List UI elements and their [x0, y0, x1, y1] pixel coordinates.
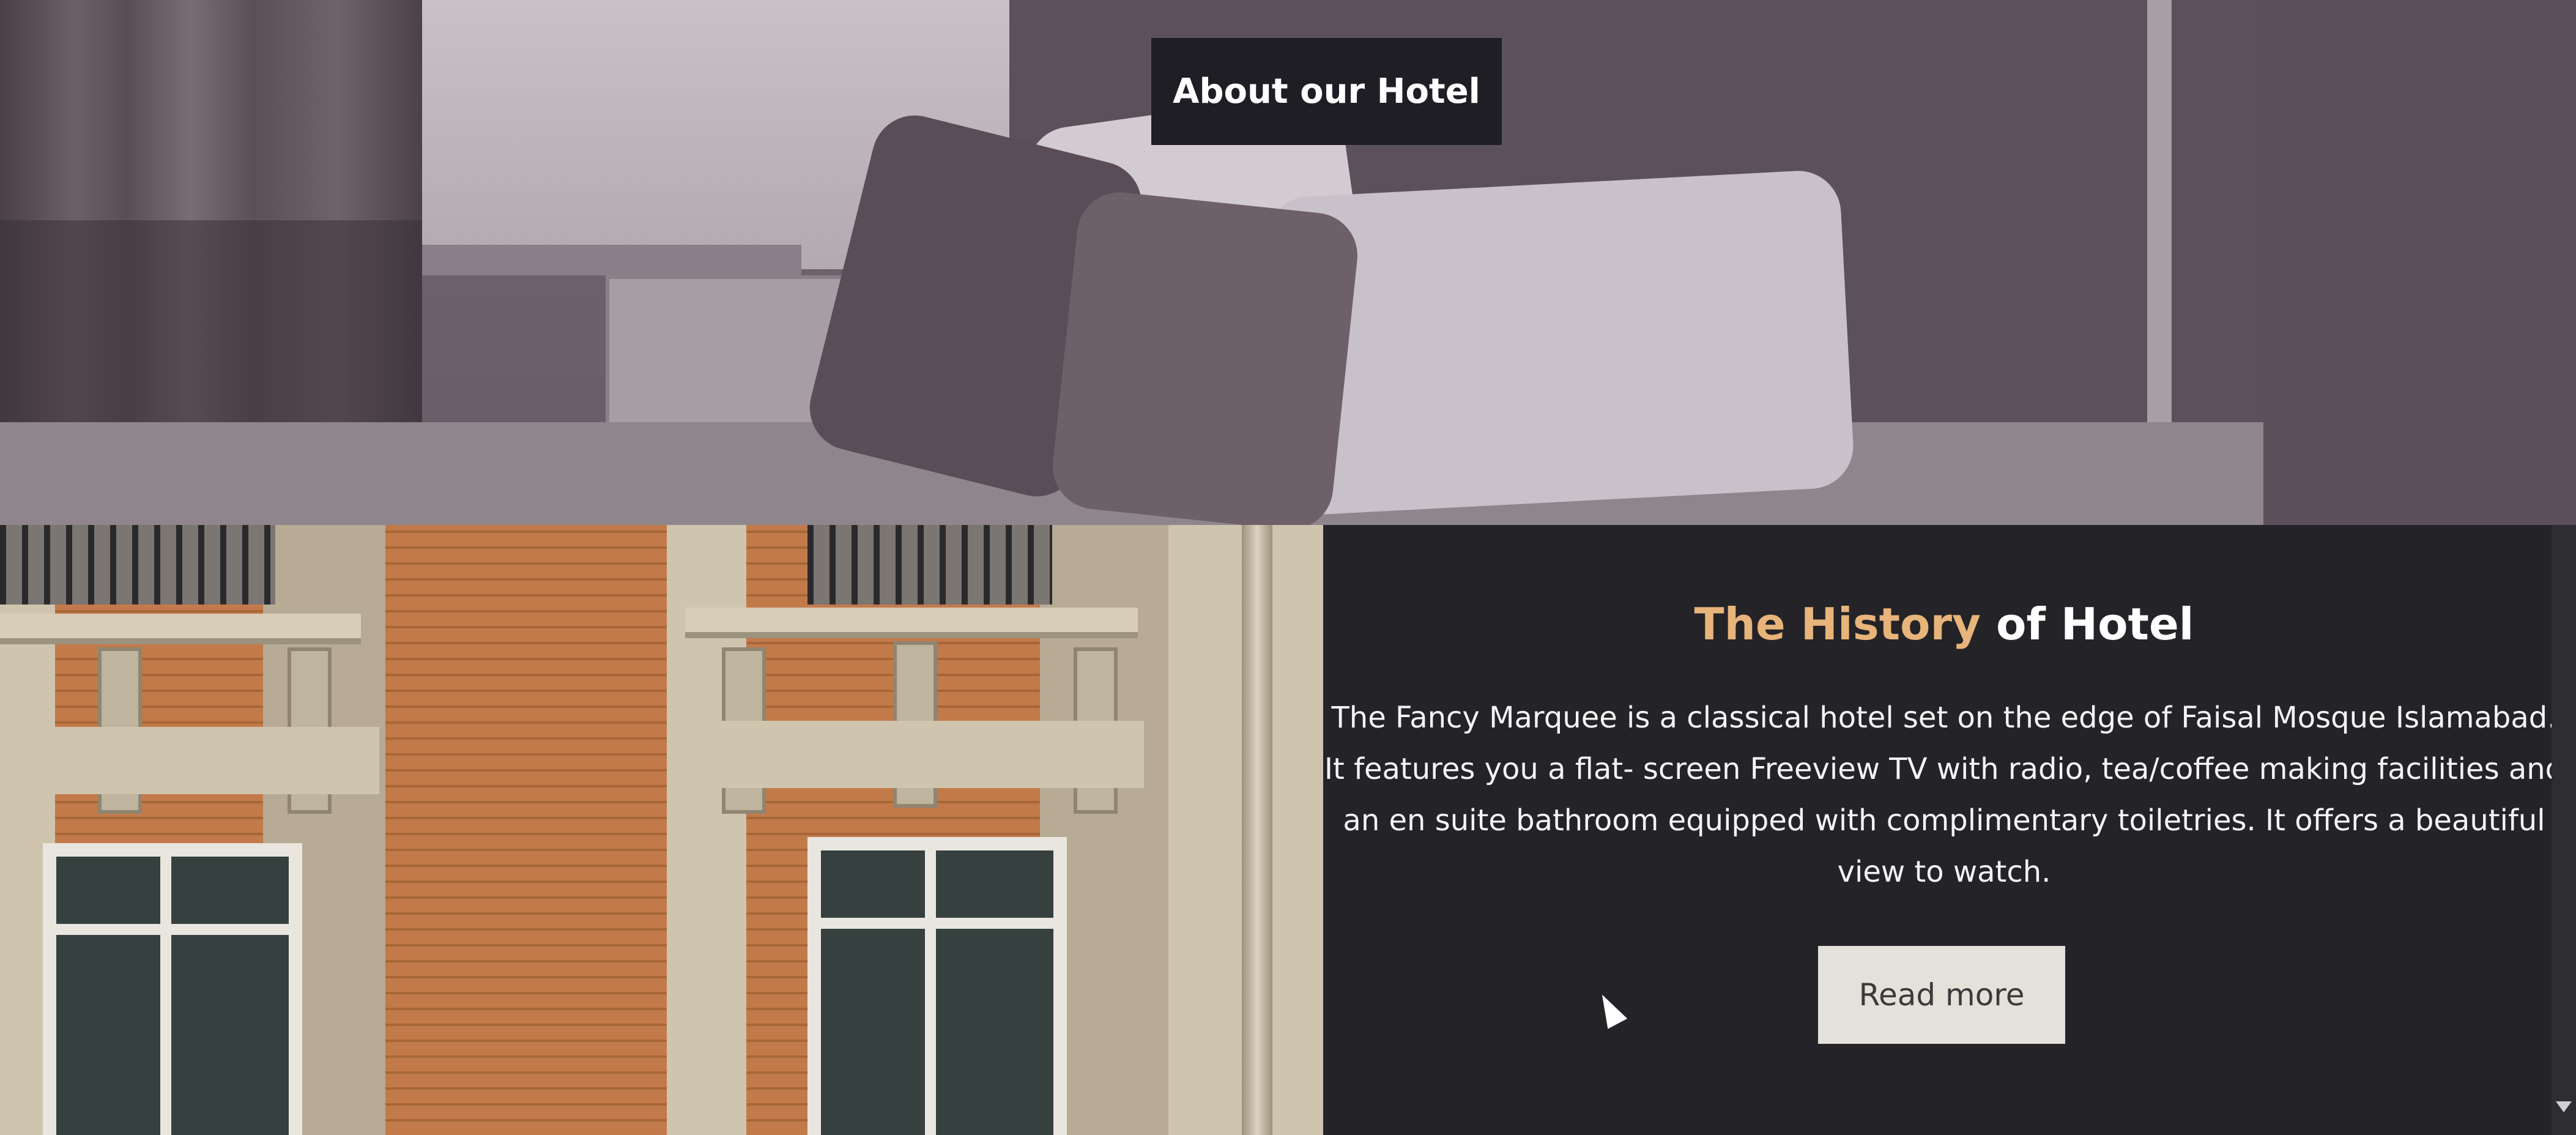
wall-image-region: [2263, 0, 2576, 525]
history-description: The Fancy Marquee is a classical hotel s…: [1324, 701, 2564, 889]
hero-banner: About our Hotel: [0, 0, 2576, 525]
history-section: The History of Hotel The Fancy Marquee i…: [1323, 525, 2576, 1135]
facade-window: [807, 837, 1067, 1135]
window-header-band: [679, 721, 1144, 788]
scroll-down-arrow-icon[interactable]: [2556, 1101, 2572, 1112]
history-title-accent: The History: [1694, 598, 1981, 650]
window-sill: [422, 245, 801, 275]
hotel-facade-image: [0, 525, 1323, 1135]
scrollbar[interactable]: [2552, 525, 2576, 1135]
balcony-railing: [0, 525, 275, 605]
about-hotel-button[interactable]: About our Hotel: [1151, 38, 1502, 145]
read-more-button[interactable]: Read more: [1818, 946, 2065, 1044]
history-title-rest: of Hotel: [1980, 598, 2194, 650]
window-ledge: [685, 608, 1138, 638]
facade-window: [43, 843, 302, 1135]
window-header-band: [0, 727, 379, 794]
history-title: The History of Hotel: [1323, 598, 2565, 650]
pillow-white: [1264, 168, 1855, 517]
balcony-railing: [807, 525, 1052, 605]
window-ledge: [0, 614, 361, 644]
pillow-grey: [1049, 188, 1362, 525]
drain-pipe: [1242, 525, 1272, 1135]
